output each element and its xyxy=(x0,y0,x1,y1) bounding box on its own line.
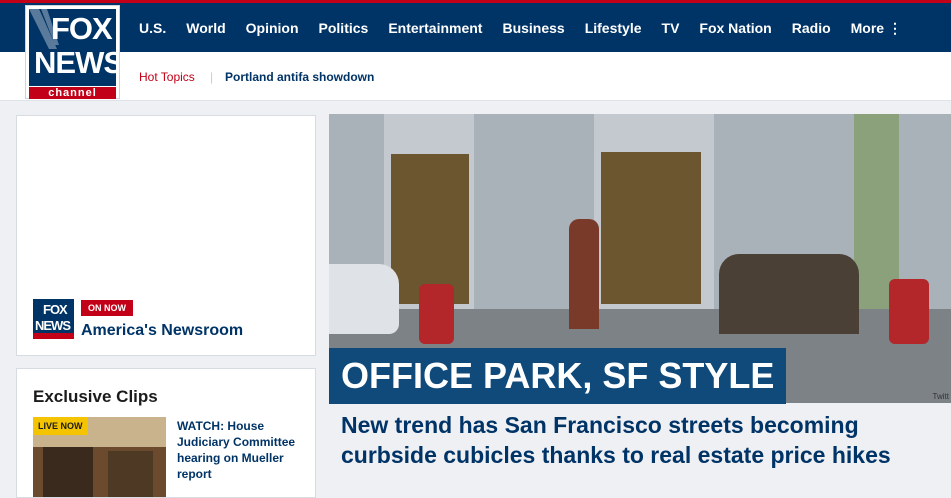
mini-logo-news: NEWS xyxy=(35,318,71,333)
mini-logo-stripe xyxy=(33,333,74,339)
logo-fox-text: FOX xyxy=(51,11,113,46)
hero-headline-link[interactable]: New trend has San Francisco streets beco… xyxy=(341,410,951,470)
hero-scooter-right xyxy=(889,279,929,344)
thumbnail-chair-right xyxy=(108,451,153,497)
top-navigation-bar: U.S. World Opinion Politics Entertainmen… xyxy=(0,0,951,52)
nav-lifestyle[interactable]: Lifestyle xyxy=(585,20,642,37)
hero-door-left xyxy=(391,154,469,304)
nav-opinion[interactable]: Opinion xyxy=(246,20,299,37)
nav-entertainment[interactable]: Entertainment xyxy=(388,20,482,37)
hero-door-right xyxy=(601,152,701,304)
on-now-badge: ON NOW xyxy=(81,300,133,316)
logo-news-text: NEWS xyxy=(34,45,116,80)
live-now-badge: LIVE NOW xyxy=(33,417,88,435)
nav-more[interactable]: More ⋮ xyxy=(851,20,902,37)
nav-fox-nation[interactable]: Fox Nation xyxy=(699,20,771,37)
hero-seated-people xyxy=(719,254,859,334)
logo-box: FOX NEWS xyxy=(29,9,116,86)
hero-car xyxy=(329,264,399,334)
nav-business[interactable]: Business xyxy=(502,20,564,37)
fox-news-logo[interactable]: FOX NEWS channel xyxy=(25,5,120,99)
exclusive-clips-title: Exclusive Clips xyxy=(33,387,158,406)
hot-topics-bar: Hot Topics | Portland antifa showdown xyxy=(0,52,951,101)
hot-topics-label: Hot Topics xyxy=(139,70,195,84)
nav-radio[interactable]: Radio xyxy=(792,20,831,37)
hot-topics-separator: | xyxy=(210,70,214,84)
show-name-link[interactable]: America's Newsroom xyxy=(81,322,243,340)
exclusive-clips-card: Exclusive Clips LIVE NOW WATCH: House Ju… xyxy=(16,368,316,498)
thumbnail-chair-left xyxy=(43,447,93,497)
nav-us[interactable]: U.S. xyxy=(139,20,166,37)
mini-logo-fox: FOX xyxy=(43,302,68,317)
hero-kicker-label[interactable]: OFFICE PARK, SF STYLE xyxy=(329,348,787,404)
nav-world[interactable]: World xyxy=(186,20,225,37)
nav-politics[interactable]: Politics xyxy=(319,20,369,37)
clip-headline-link[interactable]: WATCH: House Judiciary Committee hearing… xyxy=(177,418,307,482)
live-tv-card[interactable]: FOX NEWS ON NOW America's Newsroom xyxy=(16,115,316,356)
main-nav: U.S. World Opinion Politics Entertainmen… xyxy=(139,20,922,37)
hot-topic-link[interactable]: Portland antifa showdown xyxy=(225,70,374,84)
hero-photo-credit: Twitt xyxy=(932,392,949,401)
logo-channel-text: channel xyxy=(29,87,116,99)
hero-standing-person xyxy=(569,219,599,329)
fox-news-mini-logo: FOX NEWS xyxy=(33,299,74,339)
hero-scooter-left xyxy=(419,284,454,344)
nav-tv[interactable]: TV xyxy=(662,20,680,37)
